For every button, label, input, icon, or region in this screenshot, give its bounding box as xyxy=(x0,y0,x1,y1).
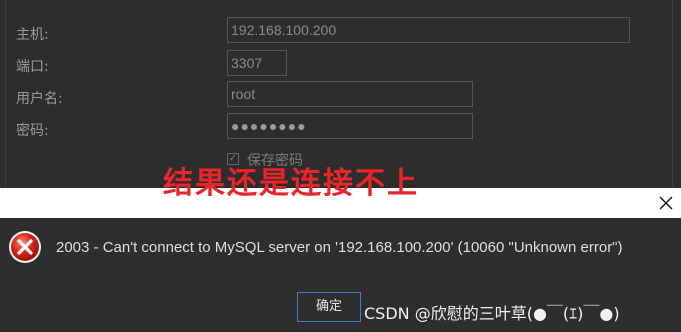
host-input[interactable]: 192.168.100.200 xyxy=(227,17,630,43)
error-message: 2003 - Can't connect to MySQL server on … xyxy=(56,239,623,256)
error-icon xyxy=(8,230,42,264)
password-input[interactable]: ●●●●●●●● xyxy=(227,113,473,139)
port-input[interactable]: 3307 xyxy=(227,50,287,76)
watermark: CSDN @欣慰的三叶草(●￣(ｴ)￣●) xyxy=(364,304,620,323)
password-label: 密码: xyxy=(16,123,49,139)
panel-border-left xyxy=(5,0,6,188)
close-icon[interactable] xyxy=(656,193,676,213)
annotation-text: 结果还是连接不上 xyxy=(163,166,419,201)
username-input[interactable]: root xyxy=(227,81,473,107)
ok-button[interactable]: 确定 xyxy=(297,292,361,322)
panel-border-right xyxy=(672,0,673,188)
port-label: 端口: xyxy=(16,59,49,75)
host-label: 主机: xyxy=(16,27,49,43)
username-label: 用户名: xyxy=(16,91,63,107)
